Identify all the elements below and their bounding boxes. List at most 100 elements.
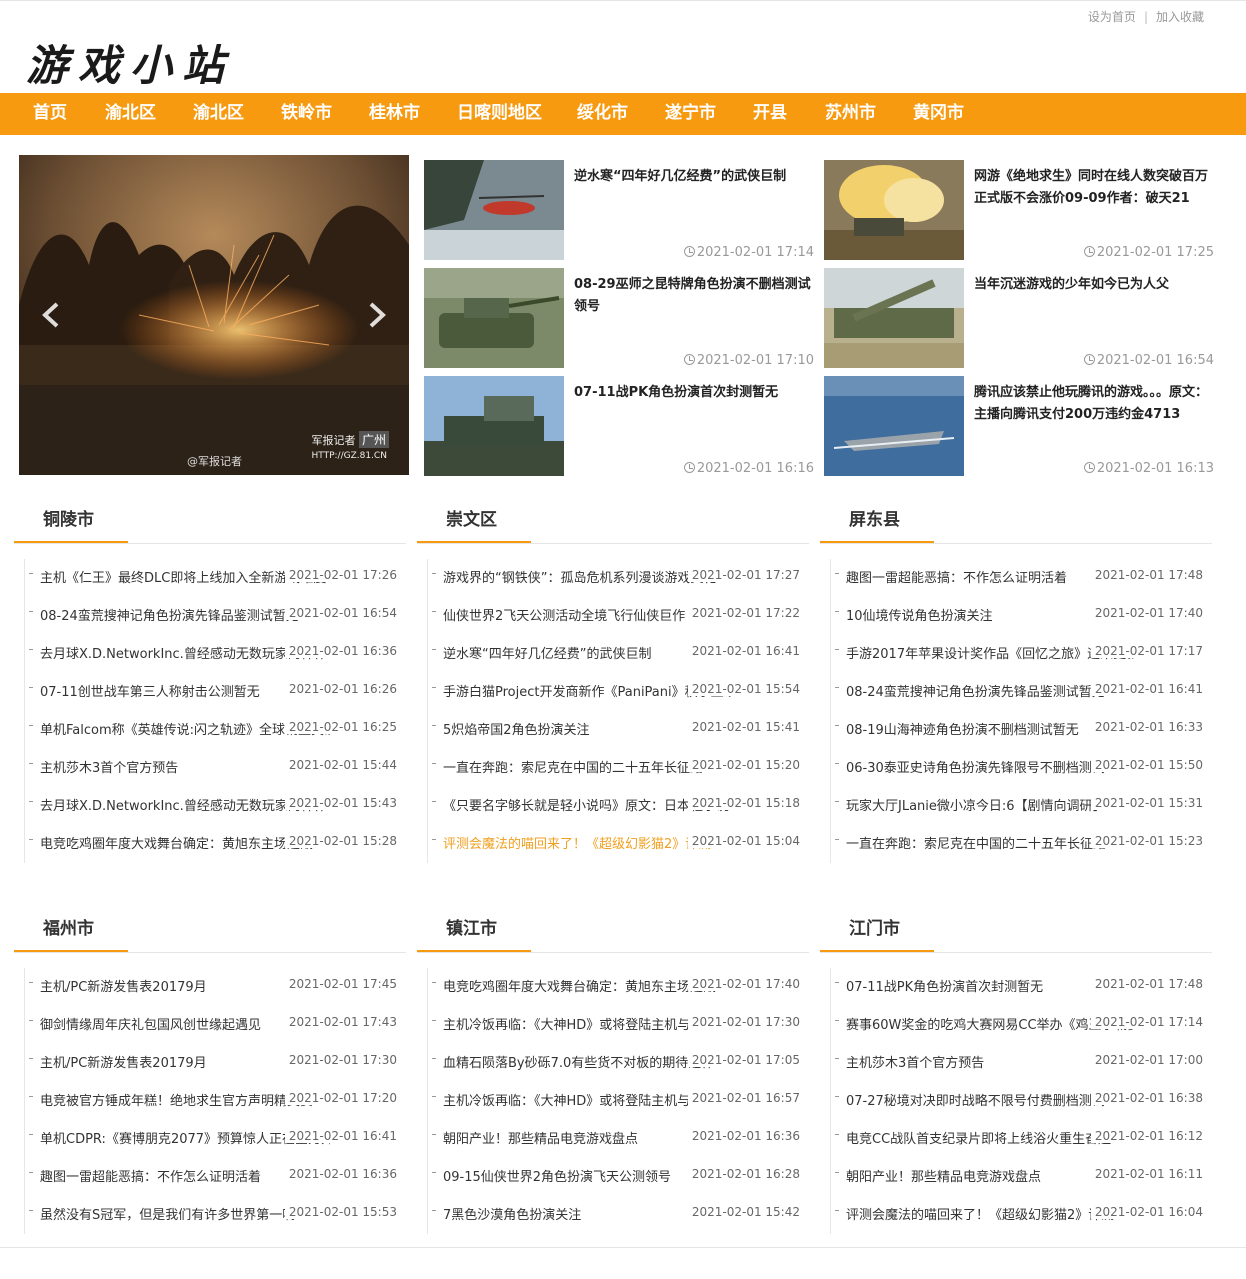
list-item[interactable]: 电竞被官方锤成年糕！绝地求生官方声明精英赛 2021-02-01 17:20 xyxy=(25,1082,407,1120)
watermark-url: HTTP://GZ.81.CN xyxy=(311,451,387,461)
news-item[interactable]: 08-29巫师之昆特牌角色扮演不删档测试领号 2021-02-01 17:10 xyxy=(424,268,814,368)
list-item-date: 2021-02-01 16:12 xyxy=(1090,1129,1203,1143)
bullet-icon xyxy=(29,982,33,983)
list-item[interactable]: 主机冷饭再临：《大神HD》或将登陆主机与PC 2021-02-01 17:30 xyxy=(428,1006,810,1044)
list-item[interactable]: 06-30泰亚史诗角色扮演先锋限号不删档测试 2021-02-01 15:50 xyxy=(831,749,1213,787)
section-header: 镇江市 xyxy=(417,900,809,953)
news-thumbnail[interactable] xyxy=(424,376,564,476)
list-item[interactable]: 朝阳产业！那些精品电竞游戏盘点 2021-02-01 16:36 xyxy=(428,1120,810,1158)
news-item[interactable]: 网游《绝地求生》同时在线人数突破百万正式版不会涨价09-09作者：破天21 20… xyxy=(824,160,1214,260)
nav-item-1[interactable]: 渝北区 xyxy=(105,93,156,135)
list-item[interactable]: 主机莎木3首个官方预告 2021-02-01 17:00 xyxy=(831,1044,1213,1082)
list-item[interactable]: 游戏界的“钢铁侠”：孤岛危机系列漫谈游戏文化 2021-02-01 17:27 xyxy=(428,559,810,597)
news-title[interactable]: 当年沉迷游戏的少年如今已为人父 xyxy=(974,274,1214,296)
list-item[interactable]: 07-27秘境对决即时战略不限号付费删档测试 2021-02-01 16:38 xyxy=(831,1082,1213,1120)
nav-item-2[interactable]: 渝北区 xyxy=(193,93,244,135)
list-item[interactable]: 《只要名字够长就是轻小说吗》原文：日本轻小说 2021-02-01 15:18 xyxy=(428,787,810,825)
image-slider[interactable]: @军报记者 军报记者 广州 HTTP://GZ.81.CN xyxy=(19,155,409,475)
list-item[interactable]: 虽然没有S冠军，但是我们有许多世界第一啊 2021-02-01 15:53 xyxy=(25,1196,407,1234)
list-item[interactable]: 血精石陨落By砂砾7.0有些货不对板的期待之作 2021-02-01 17:05 xyxy=(428,1044,810,1082)
nav-item-5[interactable]: 日喀则地区 xyxy=(457,93,542,135)
list-item[interactable]: 07-11创世战车第三人称射击公测暂无 2021-02-01 16:26 xyxy=(25,673,407,711)
clock-icon xyxy=(1083,246,1095,257)
list-item[interactable]: 7黑色沙漠角色扮演关注 2021-02-01 15:42 xyxy=(428,1196,810,1234)
nav-item-4[interactable]: 桂林市 xyxy=(369,93,420,135)
section-title[interactable]: 镇江市 xyxy=(446,914,497,939)
nav-item-home[interactable]: 首页 xyxy=(33,93,67,135)
list-item[interactable]: 5炽焰帝国2角色扮演关注 2021-02-01 15:41 xyxy=(428,711,810,749)
list-item[interactable]: 电竞吃鸡圈年度大戏舞台确定：黄旭东主场迎战 2021-02-01 15:28 xyxy=(25,825,407,863)
list-item[interactable]: 单机CDPR:《赛博朋克2077》预算惊人正在全力开发 2021-02-01 16… xyxy=(25,1120,407,1158)
list-item[interactable]: 去月球X.D.NetworkInc.曾经感动无数玩家的神作 2021-02-01 … xyxy=(25,635,407,673)
list-item[interactable]: 玩家大厅JLanie微小凉今日:6【剧情向调研】 2021-02-01 15:31 xyxy=(831,787,1213,825)
add-bookmark-link[interactable]: 加入收藏 xyxy=(1156,8,1204,25)
bullet-icon xyxy=(432,1058,436,1059)
news-item[interactable]: 腾讯应该禁止他玩腾讯的游戏。。。原文：主播向腾讯支付200万违约金4713 20… xyxy=(824,376,1214,476)
list-item[interactable]: 御剑情缘周年庆礼包国风创世缘起遇见 2021-02-01 17:43 xyxy=(25,1006,407,1044)
list-item[interactable]: 一直在奔跑：索尼克在中国的二十五年长征路 2021-02-01 15:23 xyxy=(831,825,1213,863)
news-thumbnail[interactable] xyxy=(424,160,564,260)
list-item[interactable]: 09-15仙侠世界2角色扮演飞天公测领号 2021-02-01 16:28 xyxy=(428,1158,810,1196)
section-title[interactable]: 福州市 xyxy=(43,914,94,939)
list-item[interactable]: 电竞吃鸡圈年度大戏舞台确定：黄旭东主场迎战 2021-02-01 17:40 xyxy=(428,968,810,1006)
bullet-icon xyxy=(835,763,839,764)
list-item[interactable]: 手游2017年苹果设计奖作品《回忆之旅》迎来更新 2021-02-01 17:17 xyxy=(831,635,1213,673)
bullet-icon xyxy=(835,1210,839,1211)
list-item[interactable]: 去月球X.D.NetworkInc.曾经感动无数玩家的神作 2021-02-01 … xyxy=(25,787,407,825)
slider-prev-icon[interactable] xyxy=(37,300,67,330)
list-item[interactable]: 主机冷饭再临：《大神HD》或将登陆主机与PC 2021-02-01 16:57 xyxy=(428,1082,810,1120)
news-title[interactable]: 腾讯应该禁止他玩腾讯的游戏。。。原文：主播向腾讯支付200万违约金4713 xyxy=(974,382,1214,426)
section-title[interactable]: 屏东县 xyxy=(849,505,900,530)
news-title[interactable]: 07-11战PK角色扮演首次封测暂无 xyxy=(574,382,814,404)
nav-item-10[interactable]: 黄冈市 xyxy=(913,93,964,135)
nav-item-7[interactable]: 遂宁市 xyxy=(665,93,716,135)
news-thumbnail[interactable] xyxy=(824,376,964,476)
list-item[interactable]: 08-19山海神迹角色扮演不删档测试暂无 2021-02-01 16:33 xyxy=(831,711,1213,749)
nav-item-9[interactable]: 苏州市 xyxy=(825,93,876,135)
list-item-date: 2021-02-01 17:43 xyxy=(284,1015,397,1029)
section-list: 游戏界的“钢铁侠”：孤岛危机系列漫谈游戏文化 2021-02-01 17:27 仙侠… xyxy=(427,559,810,863)
list-item[interactable]: 10仙境传说角色扮演关注 2021-02-01 17:40 xyxy=(831,597,1213,635)
list-item[interactable]: 主机/PC新游发售表20179月 2021-02-01 17:30 xyxy=(25,1044,407,1082)
news-thumbnail[interactable] xyxy=(824,268,964,368)
list-item-date: 2021-02-01 16:38 xyxy=(1090,1091,1203,1105)
nav-item-3[interactable]: 铁岭市 xyxy=(281,93,332,135)
list-item[interactable]: 评测会魔法的喵回来了！《超级幻影猫2》评测 2021-02-01 15:04 xyxy=(428,825,810,863)
news-title[interactable]: 08-29巫师之昆特牌角色扮演不删档测试领号 xyxy=(574,274,814,318)
news-item[interactable]: 逆水寒“四年好几亿经费”的武侠巨制 2021-02-01 17:14 xyxy=(424,160,814,260)
section-title[interactable]: 铜陵市 xyxy=(43,505,94,530)
clock-icon xyxy=(1083,462,1095,473)
list-item[interactable]: 手游白猫Project开发商新作《PaniPani》秋季上线 2021-02-01… xyxy=(428,673,810,711)
list-item[interactable]: 赛事60W奖金的吃鸡大赛网易CC举办《鸡王争霸赛》 2021-02-01 17:1… xyxy=(831,1006,1213,1044)
list-item-date: 2021-02-01 17:00 xyxy=(1090,1053,1203,1067)
section-title[interactable]: 崇文区 xyxy=(446,505,497,530)
list-item[interactable]: 08-24蛮荒搜神记角色扮演先锋品鉴测试暂无 2021-02-01 16:54 xyxy=(25,597,407,635)
list-item[interactable]: 主机/PC新游发售表20179月 2021-02-01 17:45 xyxy=(25,968,407,1006)
list-item[interactable]: 一直在奔跑：索尼克在中国的二十五年长征路 2021-02-01 15:20 xyxy=(428,749,810,787)
list-item[interactable]: 评测会魔法的喵回来了！《超级幻影猫2》评测 2021-02-01 16:04 xyxy=(831,1196,1213,1234)
section-title[interactable]: 江门市 xyxy=(849,914,900,939)
list-item[interactable]: 趣图一雷超能恶搞：不作怎么证明活着 2021-02-01 16:36 xyxy=(25,1158,407,1196)
bullet-icon xyxy=(29,1210,33,1211)
list-item[interactable]: 主机《仁王》最终DLC即将上线加入全新游戏难度 2021-02-01 17:26 xyxy=(25,559,407,597)
news-title[interactable]: 逆水寒“四年好几亿经费”的武侠巨制 xyxy=(574,166,814,188)
nav-item-6[interactable]: 绥化市 xyxy=(577,93,628,135)
news-item[interactable]: 当年沉迷游戏的少年如今已为人父 2021-02-01 16:54 xyxy=(824,268,1214,368)
set-home-link[interactable]: 设为首页 xyxy=(1088,8,1136,25)
nav-item-8[interactable]: 开县 xyxy=(753,93,787,135)
news-item[interactable]: 07-11战PK角色扮演首次封测暂无 2021-02-01 16:16 xyxy=(424,376,814,476)
list-item[interactable]: 朝阳产业！那些精品电竞游戏盘点 2021-02-01 16:11 xyxy=(831,1158,1213,1196)
list-item[interactable]: 08-24蛮荒搜神记角色扮演先锋品鉴测试暂无 2021-02-01 16:41 xyxy=(831,673,1213,711)
list-item[interactable]: 07-11战PK角色扮演首次封测暂无 2021-02-01 17:48 xyxy=(831,968,1213,1006)
list-item[interactable]: 电竞CC战队首支纪录片即将上线浴火重生奋起 2021-02-01 16:12 xyxy=(831,1120,1213,1158)
slider-next-icon[interactable] xyxy=(361,300,391,330)
list-item[interactable]: 主机莎木3首个官方预告 2021-02-01 15:44 xyxy=(25,749,407,787)
list-item[interactable]: 仙侠世界2飞天公测活动全境飞行仙侠巨作 2021-02-01 17:22 xyxy=(428,597,810,635)
news-thumbnail[interactable] xyxy=(824,160,964,260)
list-item[interactable]: 逆水寒“四年好几亿经费”的武侠巨制 2021-02-01 16:41 xyxy=(428,635,810,673)
list-item[interactable]: 趣图一雷超能恶搞：不作怎么证明活着 2021-02-01 17:48 xyxy=(831,559,1213,597)
news-title[interactable]: 网游《绝地求生》同时在线人数突破百万正式版不会涨价09-09作者：破天21 xyxy=(974,166,1214,210)
list-item[interactable]: 单机Falcom称《英雄传说:闪之轨迹》全球销量突破 2021-02-01 16:… xyxy=(25,711,407,749)
news-thumbnail[interactable] xyxy=(424,268,564,368)
site-logo[interactable]: 游戏小站 xyxy=(26,32,234,93)
